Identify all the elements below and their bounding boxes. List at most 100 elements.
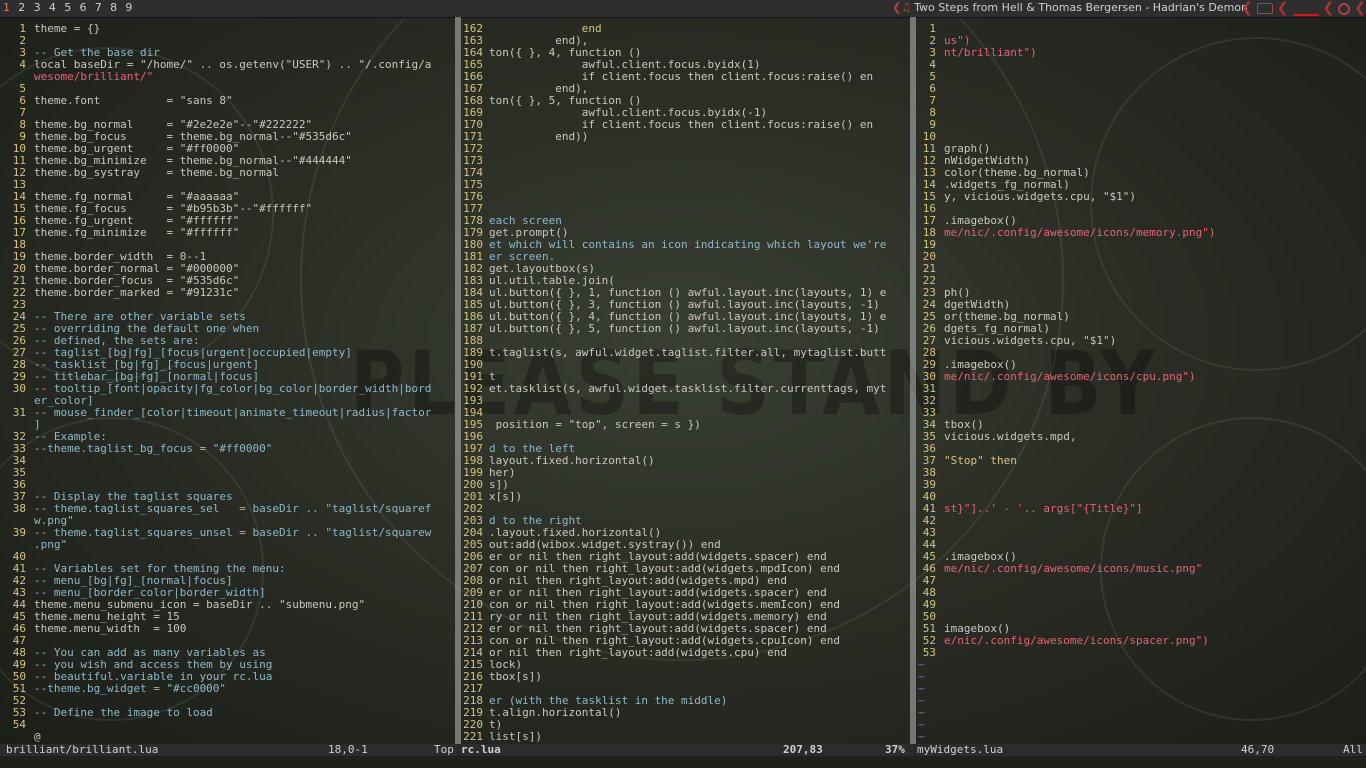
code-line[interactable]: 7 — [917, 95, 1366, 107]
code-line[interactable]: 180 et which will contains an icon indica… — [462, 239, 910, 251]
code-line[interactable]: 164 ton({ }, 4, function () — [462, 47, 910, 59]
code-line[interactable]: 50 -- beautiful.variable in your rc.lua — [2, 671, 455, 683]
code-line[interactable]: 24 -- There are other variable sets — [2, 311, 455, 323]
code-line[interactable]: 210 con or nil then right_layout:add(widg… — [462, 599, 910, 611]
code-line[interactable]: 37 "Stop" then — [917, 455, 1366, 467]
code-line[interactable]: 13 — [2, 179, 455, 191]
code-line[interactable]: 26 -- defined, the sets are: — [2, 335, 455, 347]
code-line[interactable]: 220 t) — [462, 719, 910, 731]
code-line[interactable]: 8 theme.bg_normal = "#2e2e2e"--"#222222" — [2, 119, 455, 131]
code-line[interactable]: 2 us") — [917, 35, 1366, 47]
code-line[interactable]: 41 -- Variables set for theming the menu: — [2, 563, 455, 575]
code-line[interactable]: 214 or nil then right_layout:add(widgets.… — [462, 647, 910, 659]
tag-6[interactable]: 6 — [79, 1, 94, 14]
layout-icon[interactable] — [1338, 2, 1351, 15]
code-line[interactable]: ~ — [917, 683, 1366, 695]
code-line[interactable]: 33 --theme.taglist_bg_focus = "#ff0000" — [2, 443, 455, 455]
code-line[interactable]: 40 — [917, 491, 1366, 503]
code-line[interactable]: 30 me/nic/.config/awesome/icons/cpu.png") — [917, 371, 1366, 383]
code-line[interactable]: 34 — [2, 455, 455, 467]
code-line[interactable]: 216 tbox[s]) — [462, 671, 910, 683]
editor-pane-brilliant[interactable]: 1 theme = {} 2 3 -- Get the base dir 4 local b… — [2, 23, 455, 744]
code-line[interactable]: 45 theme.menu_height = 15 — [2, 611, 455, 623]
code-line[interactable]: 46 me/nic/.config/awesome/icons/music.png… — [917, 563, 1366, 575]
code-line[interactable]: 213 con or nil then right_layout:add(widg… — [462, 635, 910, 647]
code-line[interactable]: 13 color(theme.bg_normal) — [917, 167, 1366, 179]
code-line[interactable]: 5 — [917, 71, 1366, 83]
code-line[interactable]: 175 — [462, 179, 910, 191]
code-line[interactable]: 9 theme.bg_focus = theme.bg_normal--"#535… — [2, 131, 455, 143]
code-line[interactable]: 215 lock) — [462, 659, 910, 671]
code-line[interactable]: 163 end), — [462, 35, 910, 47]
code-line[interactable]: 200 s]) — [462, 479, 910, 491]
code-line[interactable]: 47 — [2, 635, 455, 647]
code-line[interactable]: 218 er (with the tasklist in the middle) — [462, 695, 910, 707]
code-line[interactable]: 51 --theme.bg_widget = "#cc0000" — [2, 683, 455, 695]
code-line[interactable]: 197 d to the left — [462, 443, 910, 455]
code-line[interactable]: 44 theme.menu_submenu_icon = baseDir .. "… — [2, 599, 455, 611]
code-line[interactable]: 194 — [462, 407, 910, 419]
code-line[interactable]: 6 theme.font = "sans 8" — [2, 95, 455, 107]
code-line[interactable]: 170 if client.focus then client.focus:ra… — [462, 119, 910, 131]
code-line[interactable]: 211 ry or nil then right_layout:add(widge… — [462, 611, 910, 623]
code-line[interactable]: 35 — [2, 467, 455, 479]
code-line[interactable]: 14 .widgets_fg_normal) — [917, 179, 1366, 191]
code-line[interactable]: ~ — [917, 719, 1366, 731]
code-line[interactable]: 9 — [917, 119, 1366, 131]
code-line[interactable]: @ — [2, 731, 455, 743]
editor-pane-mywidgets[interactable]: 1 2 us") 3 nt/brilliant") 4 5 6 7 8 9 10 11 graph() 12… — [917, 23, 1366, 744]
code-line[interactable]: 38 -- theme.taglist_squares_sel = baseDir… — [2, 503, 455, 515]
code-line[interactable]: 20 theme.border_normal = "#000000" — [2, 263, 455, 275]
code-line[interactable]: 2 — [2, 35, 455, 47]
code-line[interactable]: 43 -- menu_[border_color|border_width] — [2, 587, 455, 599]
code-line[interactable]: 204 .layout.fixed.horizontal() — [462, 527, 910, 539]
code-line[interactable]: 32 — [917, 395, 1366, 407]
code-line[interactable]: 30 -- tooltip_[font|opacity|fg_color|bg_c… — [2, 383, 455, 395]
code-line[interactable]: 11 graph() — [917, 143, 1366, 155]
code-line[interactable]: 24 dgetWidth) — [917, 299, 1366, 311]
code-line[interactable]: 29 .imagebox() — [917, 359, 1366, 371]
code-line[interactable]: 206 er or nil then right_layout:add(widge… — [462, 551, 910, 563]
code-line[interactable]: 195 position = "top", screen = s }) — [462, 419, 910, 431]
code-line[interactable]: 15 theme.fg_focus = "#b95b3b"--"#ffffff" — [2, 203, 455, 215]
code-line[interactable]: .png" — [2, 539, 455, 551]
code-line[interactable]: 1 — [917, 23, 1366, 35]
code-line[interactable]: 178 each screen — [462, 215, 910, 227]
code-line[interactable]: 31 -- mouse_finder_[color|timeout|animate… — [2, 407, 455, 419]
code-line[interactable]: 15 y, vicious.widgets.cpu, "$1") — [917, 191, 1366, 203]
code-line[interactable]: 192 et.tasklist(s, awful.widget.tasklist.… — [462, 383, 910, 395]
tag-8[interactable]: 8 — [110, 1, 125, 14]
code-line[interactable]: 191 t — [462, 371, 910, 383]
code-line[interactable]: 1 theme = {} — [2, 23, 455, 35]
code-line[interactable]: 208 or nil then right_layout:add(widgets.… — [462, 575, 910, 587]
code-line[interactable]: 34 tbox() — [917, 419, 1366, 431]
code-line[interactable]: 11 theme.bg_minimize = theme.bg_normal--"… — [2, 155, 455, 167]
code-line[interactable]: er_color] — [2, 395, 455, 407]
code-line[interactable]: 41 st}"]..' - '.. args["{Title}"] — [917, 503, 1366, 515]
code-line[interactable]: 198 layout.fixed.horizontal() — [462, 455, 910, 467]
code-line[interactable]: 36 — [917, 443, 1366, 455]
code-line[interactable]: ~ — [917, 659, 1366, 671]
code-line[interactable]: 25 or(theme.bg_normal) — [917, 311, 1366, 323]
code-line[interactable]: 179 get.prompt() — [462, 227, 910, 239]
code-line[interactable]: 10 — [917, 131, 1366, 143]
editor-pane-rc[interactable]: 162 end 163 end), 164 ton({ }, 4, function … — [462, 23, 910, 744]
code-line[interactable]: 14 theme.fg_normal = "#aaaaaa" — [2, 191, 455, 203]
tag-1[interactable]: 1 — [3, 1, 18, 14]
tag-3[interactable]: 3 — [34, 1, 49, 14]
code-line[interactable]: 201 x[s]) — [462, 491, 910, 503]
code-line[interactable]: 49 — [917, 599, 1366, 611]
code-line[interactable]: 207 con or nil then right_layout:add(widg… — [462, 563, 910, 575]
code-line[interactable]: 19 theme.border_width = 0--1 — [2, 251, 455, 263]
code-line[interactable]: 219 t.align.horizontal() — [462, 707, 910, 719]
code-line[interactable]: 184 ul.button({ }, 1, function () awful.l… — [462, 287, 910, 299]
tag-2[interactable]: 2 — [18, 1, 33, 14]
code-line[interactable]: 32 -- Example: — [2, 431, 455, 443]
code-line[interactable]: 12 theme.bg_systray = theme.bg_normal — [2, 167, 455, 179]
code-line[interactable]: 18 me/nic/.config/awesome/icons/memory.pn… — [917, 227, 1366, 239]
code-line[interactable]: 181 er screen. — [462, 251, 910, 263]
code-line[interactable]: 4 local baseDir = "/home/" .. os.getenv("… — [2, 59, 455, 71]
code-line[interactable]: 37 -- Display the taglist squares — [2, 491, 455, 503]
code-line[interactable]: 50 — [917, 611, 1366, 623]
code-line[interactable]: 176 — [462, 191, 910, 203]
